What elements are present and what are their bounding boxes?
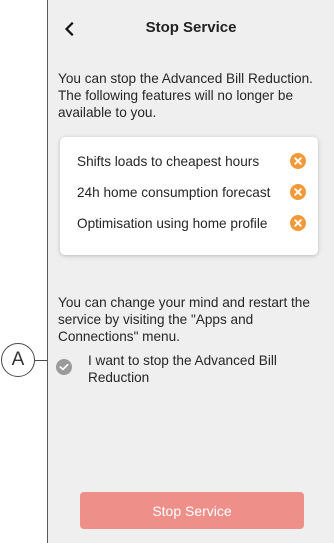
- feature-item: Shifts loads to cheapest hours: [77, 151, 306, 171]
- feature-label: Shifts loads to cheapest hours: [77, 153, 260, 169]
- feature-label: Optimisation using home profile: [77, 215, 268, 231]
- header: Stop Service: [48, 0, 334, 58]
- cancel-circle-icon: [290, 215, 306, 231]
- feature-item: 24h home consumption forecast: [77, 182, 306, 202]
- features-card: Shifts loads to cheapest hours 24h home …: [60, 137, 318, 255]
- restart-info-text: You can change your mind and restart the…: [58, 295, 310, 344]
- app-screen: Stop Service You can stop the Advanced B…: [47, 0, 334, 543]
- cancel-circle-icon: [290, 184, 306, 200]
- feature-label: 24h home consumption forecast: [77, 184, 271, 200]
- feature-item: Optimisation using home profile: [77, 213, 306, 233]
- annotation-callout-a: A: [1, 343, 35, 377]
- stop-service-button[interactable]: Stop Service: [80, 492, 304, 529]
- cancel-circle-icon: [290, 153, 306, 169]
- page-title: Stop Service: [145, 19, 237, 36]
- checkmark-icon: [56, 359, 72, 375]
- consent-label: I want to stop the Advanced Bill Reducti…: [88, 353, 277, 385]
- annotation-label: A: [11, 349, 25, 370]
- intro-text: You can stop the Advanced Bill Reduction…: [58, 71, 313, 120]
- stop-consent-checkbox[interactable]: I want to stop the Advanced Bill Reducti…: [56, 352, 306, 386]
